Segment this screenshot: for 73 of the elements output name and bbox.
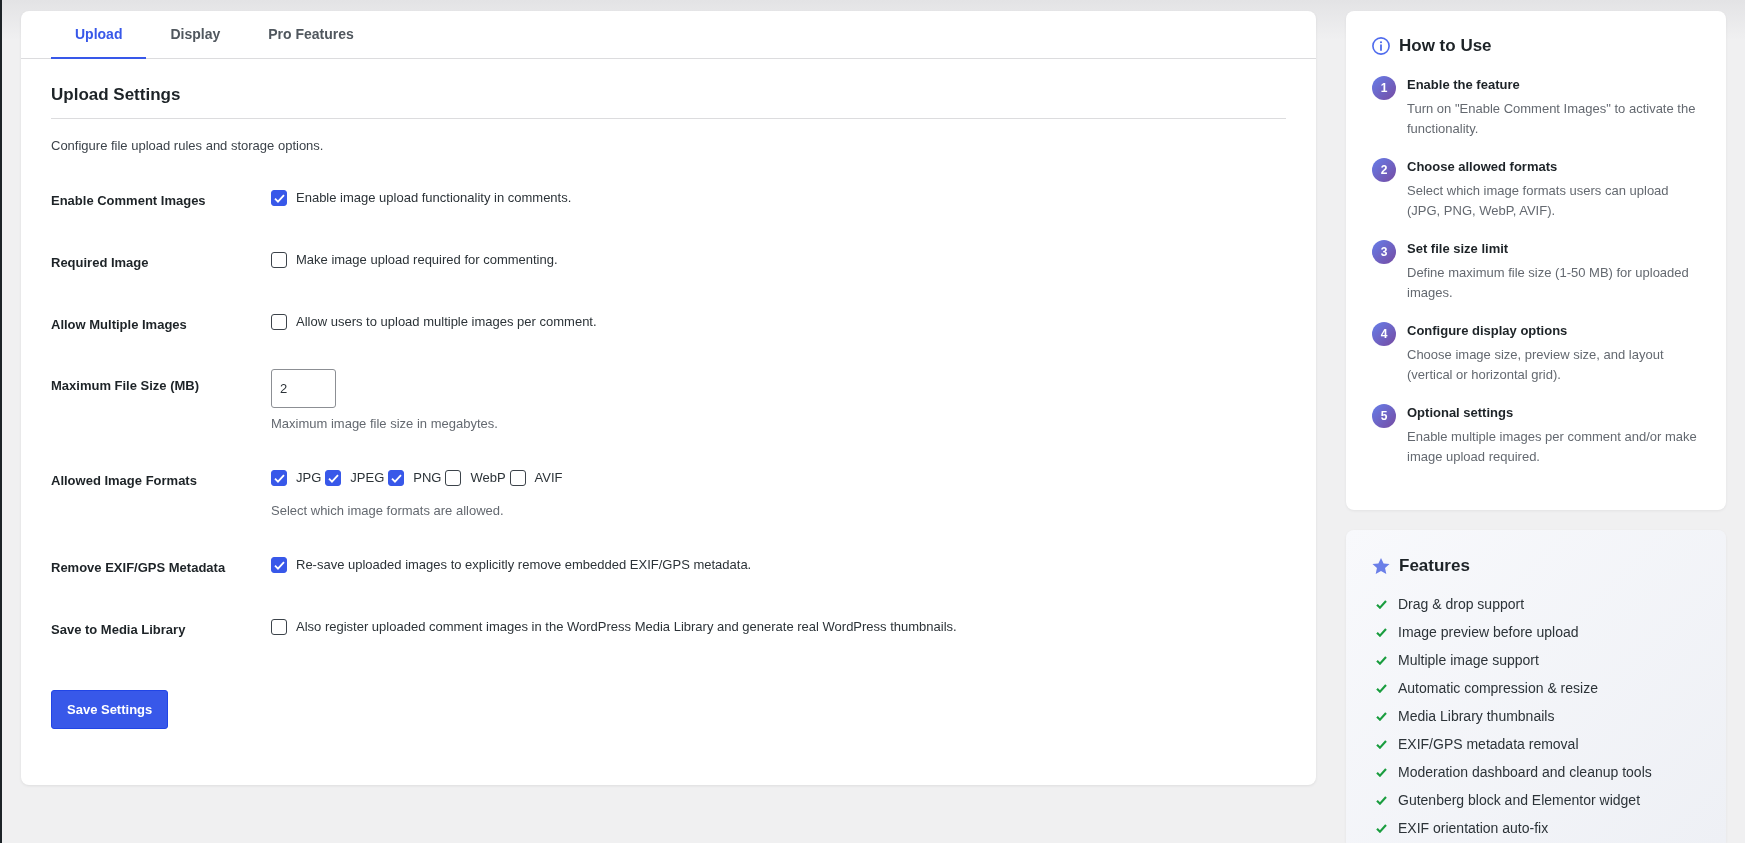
checkbox[interactable] <box>509 470 526 486</box>
step-title: Optional settings <box>1407 404 1515 422</box>
feature-text: EXIF/GPS metadata removal <box>1398 735 1579 754</box>
help-text: Maximum image file size in megabytes. <box>271 415 498 433</box>
file-size-input[interactable]: 2 <box>271 369 336 408</box>
step-description: Turn on "Enable Comment Images" to activate the functionality. <box>1407 100 1697 138</box>
info-icon <box>1372 37 1390 55</box>
checkbox-label[interactable]: Make image upload required for commenting. <box>296 250 558 270</box>
step-description: Define maximum file size (1-50 MB) for uploaded images. <box>1407 264 1690 302</box>
step-number: 3 <box>1372 240 1396 264</box>
step-number: 4 <box>1372 322 1396 346</box>
setting-label: Maximum File Size (MB) <box>51 378 200 393</box>
setting-label: Allow Multiple Images <box>51 317 187 332</box>
checkbox[interactable] <box>271 314 287 330</box>
card-title: Features <box>1399 555 1470 577</box>
feature-text: Multiple image support <box>1398 651 1539 670</box>
checkbox-label[interactable]: Re-save uploaded images to explicitly remove embedded EXIF/GPS metadata. <box>296 555 752 575</box>
star-icon <box>1372 557 1390 575</box>
setting-label: Enable Comment Images <box>51 193 206 208</box>
feature-text: Automatic compression & resize <box>1398 679 1598 698</box>
help-text: Select which image formats are allowed. <box>271 502 505 520</box>
check-icon <box>1376 655 1387 665</box>
tab[interactable]: Pro Features <box>244 11 378 59</box>
checkbox[interactable] <box>445 470 462 486</box>
check-icon <box>1376 767 1387 777</box>
check-icon <box>1376 627 1387 637</box>
checkbox[interactable] <box>388 470 405 486</box>
feature-text: Image preview before upload <box>1398 623 1579 642</box>
section-description: Configure file upload rules and storage options. <box>51 137 325 155</box>
checkbox[interactable] <box>271 619 287 635</box>
step-description: Select which image formats users can upload (JPG, PNG, WebP, AVIF). <box>1407 182 1670 220</box>
checkbox-label[interactable]: JPG <box>296 468 322 488</box>
check-icon <box>1376 711 1387 721</box>
check-icon <box>1376 795 1387 805</box>
step-title: Set file size limit <box>1407 240 1510 258</box>
save-settings-button[interactable]: Save Settings <box>51 690 169 729</box>
checkbox-label[interactable]: Also register uploaded comment images in the WordPress Media Library and generate real WordPress thumbnails. <box>296 617 957 637</box>
step-description: Choose image size, preview size, and layout (vertical or horizontal grid). <box>1407 346 1665 384</box>
checkbox-label[interactable]: WebP <box>470 468 506 488</box>
step-number: 5 <box>1372 404 1396 428</box>
step-number: 2 <box>1372 158 1396 182</box>
setting-label: Required Image <box>51 255 149 270</box>
checkbox-label[interactable]: PNG <box>413 468 442 488</box>
step-number: 1 <box>1372 76 1396 100</box>
feature-text: EXIF orientation auto-fix <box>1398 819 1549 838</box>
check-icon <box>1376 683 1387 693</box>
feature-text: Media Library thumbnails <box>1398 707 1555 726</box>
checkbox-label[interactable]: AVIF <box>534 468 563 488</box>
checkbox[interactable] <box>271 470 287 486</box>
check-icon <box>1376 823 1387 833</box>
step-description: Enable multiple images per comment and/or make image upload required. <box>1407 428 1698 466</box>
card-title: How to Use <box>1399 35 1492 57</box>
step-title: Enable the feature <box>1407 76 1521 94</box>
section-title: Upload Settings <box>51 84 182 106</box>
check-icon <box>1376 599 1387 609</box>
tab[interactable]: Display <box>146 11 245 59</box>
feature-text: Moderation dashboard and cleanup tools <box>1398 763 1652 782</box>
checkbox[interactable] <box>271 190 287 206</box>
checkbox-label[interactable]: JPEG <box>350 468 385 488</box>
checkbox[interactable] <box>325 470 342 486</box>
checkbox-label[interactable]: Allow users to upload multiple images per comment. <box>296 312 597 332</box>
setting-label: Save to Media Library <box>51 622 186 637</box>
feature-text: Drag & drop support <box>1398 595 1525 614</box>
tab[interactable]: Upload <box>51 11 147 59</box>
checkbox[interactable] <box>271 557 287 573</box>
checkbox-label[interactable]: Enable image upload functionality in comments. <box>296 188 572 208</box>
feature-text: Gutenberg block and Elementor widget <box>1398 791 1641 810</box>
setting-label: Remove EXIF/GPS Metadata <box>51 560 226 575</box>
step-title: Configure display options <box>1407 322 1569 340</box>
check-icon <box>1376 739 1387 749</box>
checkbox[interactable] <box>271 252 287 268</box>
step-title: Choose allowed formats <box>1407 158 1559 176</box>
setting-label: Allowed Image Formats <box>51 473 197 488</box>
